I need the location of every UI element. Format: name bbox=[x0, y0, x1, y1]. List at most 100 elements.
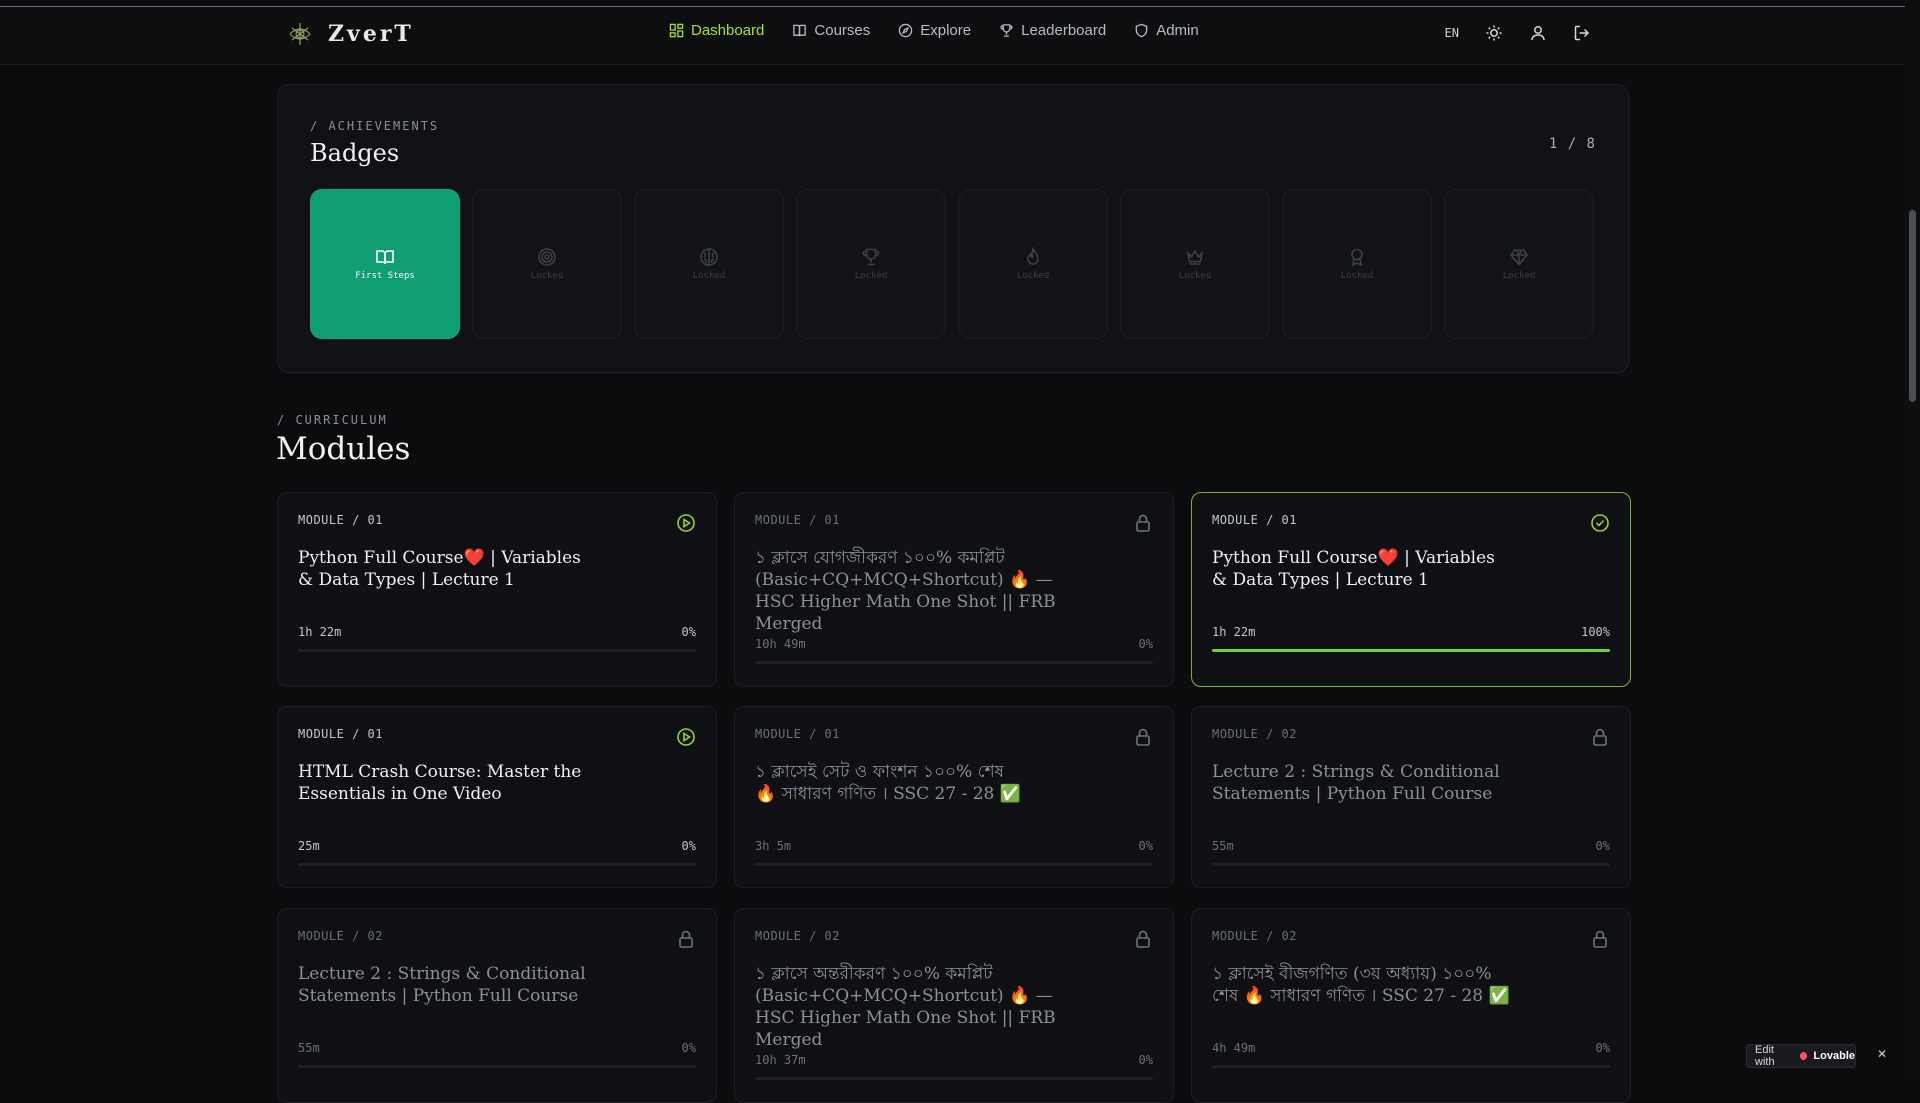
badges-count: 1 / 8 bbox=[1548, 136, 1596, 152]
modules-title: Modules bbox=[276, 431, 411, 467]
badge-locked[interactable]: Locked bbox=[958, 189, 1108, 339]
badge-label: Locked bbox=[530, 271, 564, 281]
header-actions: EN bbox=[1445, 24, 1591, 42]
nav-leaderboard-label: Leaderboard bbox=[1021, 22, 1107, 39]
badge-first-steps[interactable]: First Steps bbox=[310, 189, 460, 339]
lock-icon bbox=[1136, 930, 1150, 948]
module-duration: 4h 49m bbox=[1212, 1041, 1256, 1055]
badge-locked[interactable]: Locked bbox=[1282, 189, 1432, 339]
module-progress-bar bbox=[1212, 649, 1610, 652]
module-progress-text: 0% bbox=[1138, 839, 1153, 853]
badge-locked[interactable]: Locked bbox=[634, 189, 784, 339]
module-title: Lecture 2 : Strings & Conditional Statem… bbox=[1212, 762, 1500, 804]
badge-locked[interactable]: Locked bbox=[1444, 189, 1594, 339]
module-duration: 25m bbox=[298, 839, 320, 853]
module-progress-bar bbox=[1212, 1065, 1610, 1068]
nav-explore-label: Explore bbox=[920, 22, 972, 39]
page-scrollbar[interactable] bbox=[1905, 6, 1920, 1080]
module-title: ১ ক্লাসেই সেট ও ফাংশন ১০০% শেষ 🔥 সাধারণ … bbox=[755, 762, 1021, 804]
lock-icon bbox=[1136, 728, 1150, 746]
nav-dashboard-label: Dashboard bbox=[691, 22, 765, 39]
module-title: Python Full Course❤️ | Variables & Data … bbox=[1212, 548, 1495, 590]
module-number: MODULE / 01 bbox=[298, 513, 383, 527]
sun-icon[interactable] bbox=[1485, 24, 1503, 42]
module-number: MODULE / 01 bbox=[755, 727, 840, 741]
play-icon[interactable] bbox=[676, 727, 696, 747]
nav-courses[interactable]: Courses bbox=[792, 22, 870, 39]
lovable-prefix: Edit with bbox=[1755, 1044, 1775, 1068]
module-title: Python Full Course❤️ | Variables & Data … bbox=[298, 548, 581, 590]
badge-locked[interactable]: Locked bbox=[1120, 189, 1270, 339]
module-duration: 55m bbox=[298, 1041, 320, 1055]
module-card[interactable]: MODULE / 02 Lecture 2 : Strings & Condit… bbox=[277, 908, 717, 1103]
trophy-icon bbox=[862, 248, 880, 266]
gem-icon bbox=[1509, 249, 1529, 266]
module-card[interactable]: MODULE / 01 ১ ক্লাসে যোগজীকরণ ১০০% কমপ্ল… bbox=[734, 492, 1174, 687]
module-duration: 3h 5m bbox=[755, 839, 792, 853]
module-number: MODULE / 02 bbox=[1212, 929, 1297, 943]
module-number: MODULE / 02 bbox=[755, 929, 840, 943]
module-card[interactable]: MODULE / 02 ১ ক্লাসেই বীজগণিত (৩য় অধ্যা… bbox=[1191, 908, 1631, 1103]
module-card[interactable]: MODULE / 01 Python Full Course❤️ | Varia… bbox=[1191, 492, 1631, 687]
module-duration: 1h 22m bbox=[1212, 625, 1256, 639]
badges-title: Badges bbox=[310, 139, 400, 167]
module-card[interactable]: MODULE / 01 ১ ক্লাসেই সেট ও ফাংশন ১০০% শ… bbox=[734, 706, 1174, 888]
module-number: MODULE / 01 bbox=[298, 727, 383, 741]
module-number: MODULE / 01 bbox=[755, 513, 840, 527]
play-icon[interactable] bbox=[676, 513, 696, 533]
nav-admin[interactable]: Admin bbox=[1134, 22, 1199, 39]
brain-icon bbox=[700, 248, 718, 266]
badge-locked[interactable]: Locked bbox=[796, 189, 946, 339]
flame-icon bbox=[1027, 247, 1039, 265]
module-title: HTML Crash Course: Master the Essentials… bbox=[298, 762, 582, 804]
award-icon bbox=[1351, 248, 1363, 267]
module-progress-bar bbox=[298, 649, 696, 652]
user-icon[interactable] bbox=[1529, 24, 1547, 42]
crown-icon bbox=[1186, 249, 1204, 265]
lock-icon bbox=[1136, 514, 1150, 532]
nav-admin-label: Admin bbox=[1156, 22, 1199, 39]
brand-logo[interactable]: ZverT bbox=[286, 20, 414, 48]
badge-locked[interactable]: Locked bbox=[472, 189, 622, 339]
module-progress-fill bbox=[1212, 649, 1610, 652]
nav-dashboard[interactable]: Dashboard bbox=[669, 22, 764, 39]
module-progress-bar bbox=[755, 863, 1153, 866]
book-icon bbox=[793, 24, 807, 37]
achievements-panel: / ACHIEVEMENTS Badges 1 / 8 First Steps … bbox=[277, 84, 1629, 373]
close-icon[interactable]: ✕ bbox=[1877, 1047, 1887, 1061]
module-progress-bar bbox=[755, 661, 1153, 664]
nav-explore[interactable]: Explore bbox=[898, 22, 971, 39]
curriculum-eyebrow: / CURRICULUM bbox=[277, 413, 388, 427]
lock-icon bbox=[1593, 728, 1607, 746]
badges-row: First Steps Locked Locked Locked Locked … bbox=[310, 189, 1594, 339]
main-nav: Dashboard Courses Explore Leaderboard Ad… bbox=[669, 22, 1199, 39]
lock-icon bbox=[1593, 930, 1607, 948]
module-progress-text: 0% bbox=[1138, 1053, 1153, 1067]
badge-label: Locked bbox=[1340, 271, 1374, 281]
edit-with-lovable-badge[interactable]: Edit with Lovable bbox=[1746, 1044, 1856, 1068]
module-progress-text: 100% bbox=[1581, 625, 1610, 639]
module-progress-bar bbox=[1212, 863, 1610, 866]
module-card[interactable]: MODULE / 02 Lecture 2 : Strings & Condit… bbox=[1191, 706, 1631, 888]
badge-label: Locked bbox=[1502, 271, 1536, 281]
module-title: Lecture 2 : Strings & Conditional Statem… bbox=[298, 964, 586, 1006]
module-card[interactable]: MODULE / 02 ১ ক্লাসে অন্তরীকরণ ১০০% কমপ্… bbox=[734, 908, 1174, 1103]
module-progress-text: 0% bbox=[681, 1041, 696, 1055]
logout-icon[interactable] bbox=[1573, 24, 1591, 42]
module-title: ১ ক্লাসে অন্তরীকরণ ১০০% কমপ্লিট (Basic+C… bbox=[755, 964, 1056, 1050]
module-duration: 55m bbox=[1212, 839, 1234, 853]
scrollbar-thumb[interactable] bbox=[1909, 210, 1916, 402]
check-circle-icon[interactable] bbox=[1590, 513, 1610, 533]
module-duration: 10h 37m bbox=[755, 1053, 806, 1067]
module-progress-text: 0% bbox=[1595, 839, 1610, 853]
target-icon bbox=[538, 248, 556, 266]
module-card[interactable]: MODULE / 01 HTML Crash Course: Master th… bbox=[277, 706, 717, 888]
brand-name: ZverT bbox=[328, 21, 414, 47]
module-number: MODULE / 02 bbox=[298, 929, 383, 943]
nav-courses-label: Courses bbox=[814, 22, 871, 39]
module-title: ১ ক্লাসেই বীজগণিত (৩য় অধ্যায়) ১০০% শেষ… bbox=[1212, 964, 1510, 1006]
achievements-eyebrow: / ACHIEVEMENTS bbox=[310, 119, 440, 133]
nav-leaderboard[interactable]: Leaderboard bbox=[999, 22, 1106, 39]
language-toggle[interactable]: EN bbox=[1445, 26, 1459, 40]
module-card[interactable]: MODULE / 01 Python Full Course❤️ | Varia… bbox=[277, 492, 717, 687]
